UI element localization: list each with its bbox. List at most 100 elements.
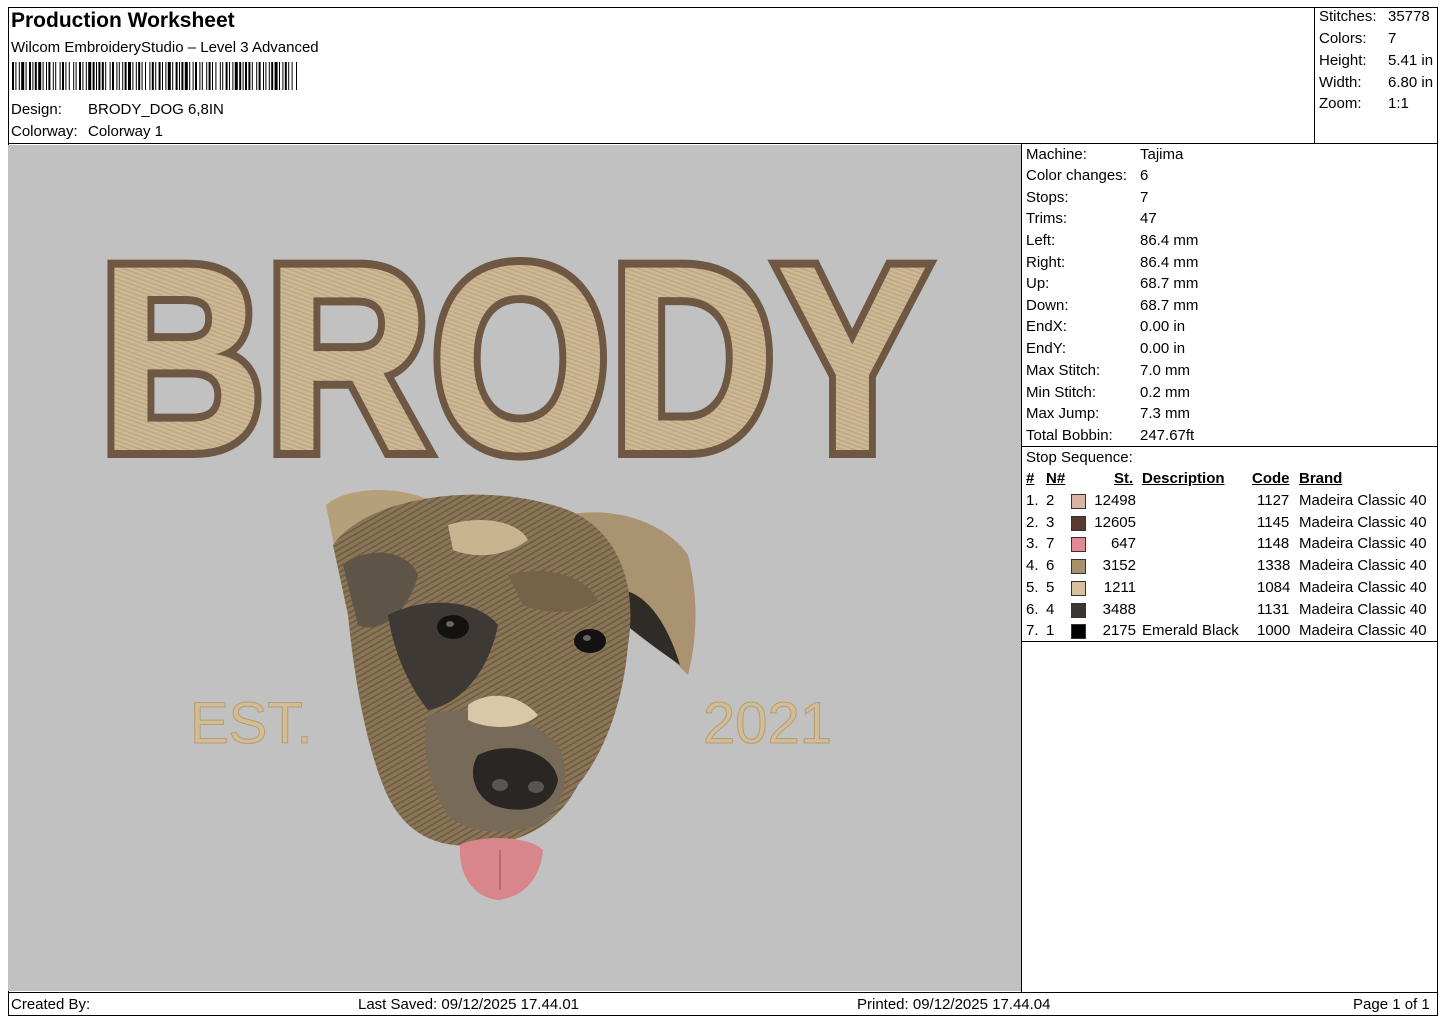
right-value: 86.4 mm	[1140, 254, 1199, 271]
design-name-text: BRODY	[99, 211, 929, 507]
height-label: Height:	[1319, 52, 1367, 69]
height-value: 5.41 in	[1388, 52, 1434, 69]
row-code: 1127	[1257, 492, 1290, 509]
colors-label: Colors:	[1319, 30, 1367, 47]
design-label: Design:	[11, 101, 62, 118]
row-brand: Madeira Classic 40	[1299, 578, 1427, 596]
row-brand: Madeira Classic 40	[1299, 492, 1427, 509]
year-text: 2021	[703, 691, 832, 756]
machine-value: Tajima	[1140, 146, 1184, 163]
zoom-label: Zoom:	[1319, 95, 1362, 112]
row-brand: Madeira Classic 40	[1299, 557, 1427, 575]
row-index: 5.	[1026, 578, 1039, 596]
stop-sequence-title: Stop Sequence:	[1026, 449, 1133, 466]
width-value: 6.80 in	[1388, 74, 1434, 91]
endx-label: EndX:	[1026, 318, 1067, 335]
max-jump-label: Max Jump:	[1026, 405, 1100, 422]
col-header-n: N#	[1046, 470, 1066, 487]
barcode	[12, 62, 297, 90]
row-index: 3.	[1026, 535, 1039, 553]
left-value: 86.4 mm	[1140, 232, 1199, 249]
info-divider	[1021, 143, 1022, 992]
left-label: Left:	[1026, 232, 1056, 249]
row-code: 1131	[1257, 600, 1290, 618]
row-code: 1145	[1257, 513, 1290, 531]
min-stitch-value: 0.2 mm	[1140, 384, 1191, 401]
sequence-bottom	[1021, 641, 1437, 642]
design-preview: BRODY EST. 2021	[8, 145, 1021, 991]
row-code: 1338	[1257, 557, 1291, 575]
right-label: Right:	[1026, 254, 1066, 271]
endx-value: 0.00 in	[1140, 318, 1186, 335]
thread-color-swatch	[1071, 602, 1086, 618]
software-name: Wilcom EmbroideryStudio – Level 3 Advanc…	[11, 39, 319, 56]
page-title: Production Worksheet	[11, 9, 235, 32]
max-jump-value: 7.3 mm	[1140, 405, 1191, 422]
color-changes-label: Color changes:	[1026, 167, 1127, 184]
row-stitches: 2175	[1102, 622, 1136, 640]
thread-color-swatch	[1071, 559, 1086, 575]
frame-top	[8, 7, 1437, 8]
row-index: 1.	[1026, 492, 1039, 509]
row-index: 6.	[1026, 600, 1039, 618]
endy-label: EndY:	[1026, 340, 1067, 357]
stops-label: Stops:	[1026, 189, 1069, 206]
down-label: Down:	[1026, 297, 1069, 314]
max-stitch-label: Max Stitch:	[1026, 362, 1101, 379]
thread-color-swatch	[1071, 494, 1086, 509]
frame-bottom	[8, 1015, 1437, 1016]
row-code: 1084	[1257, 578, 1291, 596]
down-value: 68.7 mm	[1140, 297, 1199, 314]
zoom-value: 1:1	[1388, 95, 1409, 112]
row-stitches: 12605	[1094, 513, 1136, 531]
trims-value: 47	[1140, 210, 1157, 227]
stitches-value: 35778	[1388, 8, 1430, 25]
est-text: EST.	[190, 691, 313, 756]
col-header-brand: Brand	[1299, 470, 1343, 487]
up-label: Up:	[1026, 275, 1050, 292]
row-index: 7.	[1026, 622, 1039, 640]
row-needle: 2	[1046, 492, 1055, 509]
max-stitch-value: 7.0 mm	[1140, 362, 1191, 379]
row-stitches: 12498	[1094, 492, 1136, 509]
trims-label: Trims:	[1026, 210, 1068, 227]
last-saved: Last Saved: 09/12/2025 17.44.01	[358, 996, 580, 1013]
printed-date: Printed: 09/12/2025 17.44.04	[857, 996, 1051, 1013]
row-brand: Madeira Classic 40	[1299, 513, 1427, 531]
colorway-value: Colorway 1	[88, 123, 164, 140]
frame-footer-top	[8, 992, 1437, 993]
row-needle: 1	[1046, 622, 1055, 640]
row-needle: 7	[1046, 535, 1055, 553]
col-header-st: St.	[1114, 470, 1134, 487]
thread-color-swatch	[1071, 624, 1086, 640]
dog-head-illustration	[326, 490, 696, 900]
frame-header-bottom	[8, 143, 1437, 144]
row-needle: 3	[1046, 513, 1055, 531]
thread-color-swatch	[1071, 537, 1086, 553]
endy-value: 0.00 in	[1140, 340, 1186, 357]
created-by: Created By:	[11, 996, 91, 1013]
row-index: 2.	[1026, 513, 1039, 531]
row-brand: Madeira Classic 40	[1299, 600, 1427, 618]
row-code: 1000	[1257, 622, 1291, 640]
color-changes-value: 6	[1140, 167, 1149, 184]
stitches-label: Stitches:	[1319, 8, 1377, 25]
frame-right	[1437, 7, 1438, 1016]
row-needle: 5	[1046, 578, 1055, 596]
row-description: Emerald Black	[1142, 622, 1239, 640]
row-stitches: 647	[1110, 535, 1136, 553]
row-code: 1148	[1257, 535, 1290, 553]
colors-value: 7	[1388, 30, 1397, 47]
col-header-code: Code	[1252, 470, 1290, 487]
row-stitches: 3488	[1102, 600, 1136, 618]
thread-color-swatch	[1071, 580, 1086, 596]
row-brand: Madeira Classic 40	[1299, 622, 1427, 640]
machine-label: Machine:	[1026, 146, 1087, 163]
row-stitches: 3152	[1102, 557, 1136, 575]
min-stitch-label: Min Stitch:	[1026, 384, 1097, 401]
total-bobbin-label: Total Bobbin:	[1026, 427, 1113, 444]
colorway-label: Colorway:	[11, 123, 78, 140]
design-value: BRODY_DOG 6,8IN	[88, 101, 224, 118]
stops-value: 7	[1140, 189, 1149, 206]
row-needle: 4	[1046, 600, 1055, 618]
